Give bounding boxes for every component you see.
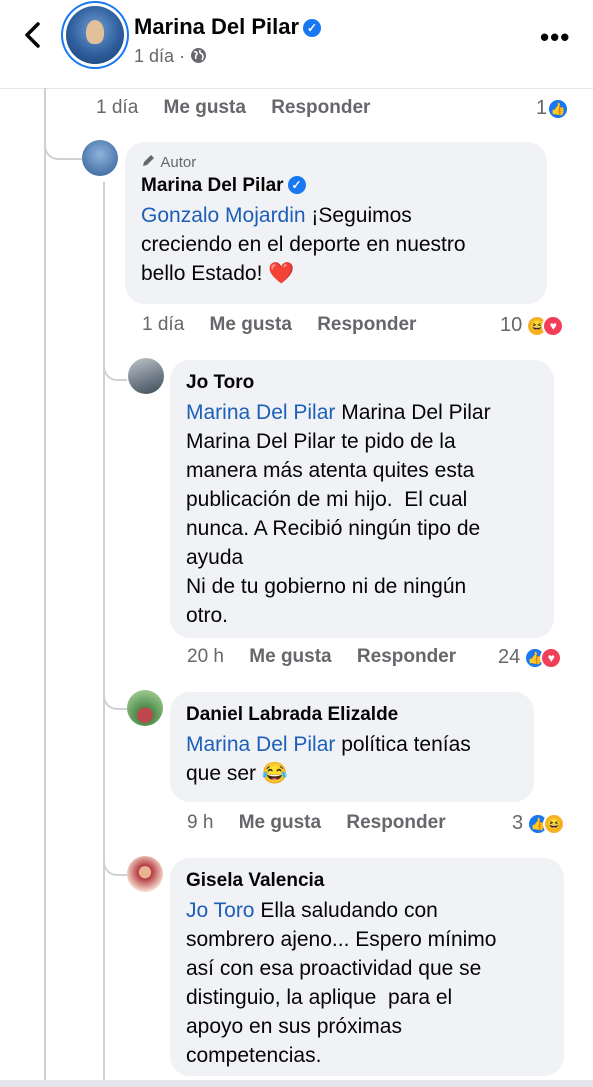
comment-bubble: Autor Marina Del Pilar ✓ Gonzalo Mojardin… bbox=[125, 142, 547, 304]
reply-button[interactable]: Responder bbox=[357, 646, 456, 667]
reply-connector bbox=[103, 842, 127, 876]
comment-body: Marina Del Pilar Marina Del Pilar te pid… bbox=[186, 401, 491, 627]
post-header: Marina Del Pilar ✓ 1 día · ••• bbox=[0, 0, 593, 89]
comment-actions: 9 h Me gusta Responder bbox=[187, 812, 466, 834]
comment-author-name[interactable]: Marina Del Pilar bbox=[141, 175, 284, 196]
mention-link[interactable]: Jo Toro bbox=[186, 899, 255, 922]
reply-button[interactable]: Responder bbox=[317, 314, 416, 335]
comment-author-name[interactable]: Jo Toro bbox=[186, 372, 538, 394]
post-time: 1 día bbox=[134, 46, 175, 66]
reply-thread-line bbox=[103, 182, 105, 1080]
comment-author-name[interactable]: Daniel Labrada Elizalde bbox=[186, 704, 518, 726]
reaction-count[interactable]: 24 👍 ♥ bbox=[498, 646, 563, 669]
comment-bubble: Jo Toro Marina Del Pilar Marina Del Pila… bbox=[170, 360, 554, 638]
like-button[interactable]: Me gusta bbox=[164, 97, 246, 118]
comment-author[interactable]: Marina Del Pilar ✓ bbox=[141, 175, 531, 197]
reaction-count-value: 10 bbox=[500, 314, 523, 336]
love-reaction-icon: ♥ bbox=[542, 314, 565, 337]
comment-time: 9 h bbox=[187, 812, 214, 833]
reply-connector bbox=[103, 676, 127, 710]
comment-actions: 20 h Me gusta Responder bbox=[187, 646, 476, 668]
verified-badge-icon: ✓ bbox=[287, 176, 306, 194]
author-badge: Autor bbox=[141, 154, 531, 171]
comment-text: Gonzalo Mojardin ¡Seguimos creciendo en … bbox=[141, 201, 531, 288]
reaction-count-value: 3 bbox=[512, 812, 524, 834]
mention-link[interactable]: Marina Del Pilar bbox=[186, 733, 335, 756]
page-avatar[interactable] bbox=[66, 6, 124, 64]
mention-link[interactable]: Marina Del Pilar bbox=[186, 401, 335, 424]
comment-text: Marina Del Pilar política tenías que ser… bbox=[186, 730, 518, 788]
mention-link[interactable]: Gonzalo Mojardin bbox=[141, 204, 306, 227]
more-options-button[interactable]: ••• bbox=[540, 22, 570, 53]
reply-connector bbox=[103, 345, 127, 381]
meta-separator: · bbox=[179, 46, 186, 66]
reaction-count[interactable]: 1 👍 bbox=[536, 97, 570, 120]
comment-body: Ella saludando con sombrero ajeno... Esp… bbox=[186, 899, 497, 1067]
like-button[interactable]: Me gusta bbox=[249, 646, 331, 667]
bottom-divider bbox=[0, 1080, 593, 1087]
love-reaction-icon: ♥ bbox=[540, 646, 563, 669]
avatar[interactable] bbox=[127, 690, 163, 726]
avatar[interactable] bbox=[82, 140, 118, 176]
comment-bubble: Gisela Valencia Jo Toro Ella saludando c… bbox=[170, 858, 564, 1076]
thread-line bbox=[44, 88, 46, 1080]
haha-reaction-icon: 😆 bbox=[543, 812, 566, 835]
comment-author-name[interactable]: Gisela Valencia bbox=[186, 870, 548, 892]
avatar[interactable] bbox=[128, 358, 164, 394]
like-reaction-icon: 👍 bbox=[547, 97, 570, 120]
page-name[interactable]: Marina Del Pilar bbox=[134, 14, 299, 39]
comment-actions: 1 día Me gusta Responder bbox=[142, 314, 436, 336]
comment-time: 20 h bbox=[187, 646, 224, 667]
post-meta: 1 día · bbox=[134, 46, 207, 67]
globe-icon bbox=[191, 48, 207, 63]
author-badge-label: Autor bbox=[160, 154, 197, 171]
reply-button[interactable]: Responder bbox=[271, 97, 370, 118]
like-button[interactable]: Me gusta bbox=[239, 812, 321, 833]
reply-button[interactable]: Responder bbox=[346, 812, 445, 833]
comment-time: 1 día bbox=[142, 314, 185, 335]
reaction-count-value: 24 bbox=[498, 646, 521, 668]
reaction-count[interactable]: 3 👍 😆 bbox=[512, 812, 566, 835]
reaction-count[interactable]: 10 😆 ♥ bbox=[500, 314, 565, 337]
comment-text: Jo Toro Ella saludando con sombrero ajen… bbox=[186, 896, 548, 1070]
avatar[interactable] bbox=[127, 856, 163, 892]
thread-connector bbox=[44, 126, 82, 160]
verified-badge-icon: ✓ bbox=[303, 19, 322, 37]
comment-bubble: Daniel Labrada Elizalde Marina Del Pilar… bbox=[170, 692, 534, 802]
comment-time: 1 día bbox=[96, 97, 139, 118]
comment-text: Marina Del Pilar Marina Del Pilar Marina… bbox=[186, 398, 538, 630]
page-title[interactable]: Marina Del Pilar ✓ bbox=[134, 14, 322, 40]
like-button[interactable]: Me gusta bbox=[210, 314, 292, 335]
pencil-icon bbox=[143, 155, 154, 166]
back-arrow-icon[interactable] bbox=[18, 18, 48, 52]
reaction-count-value: 1 bbox=[536, 97, 548, 119]
comment-actions: 1 día Me gusta Responder bbox=[96, 97, 390, 119]
